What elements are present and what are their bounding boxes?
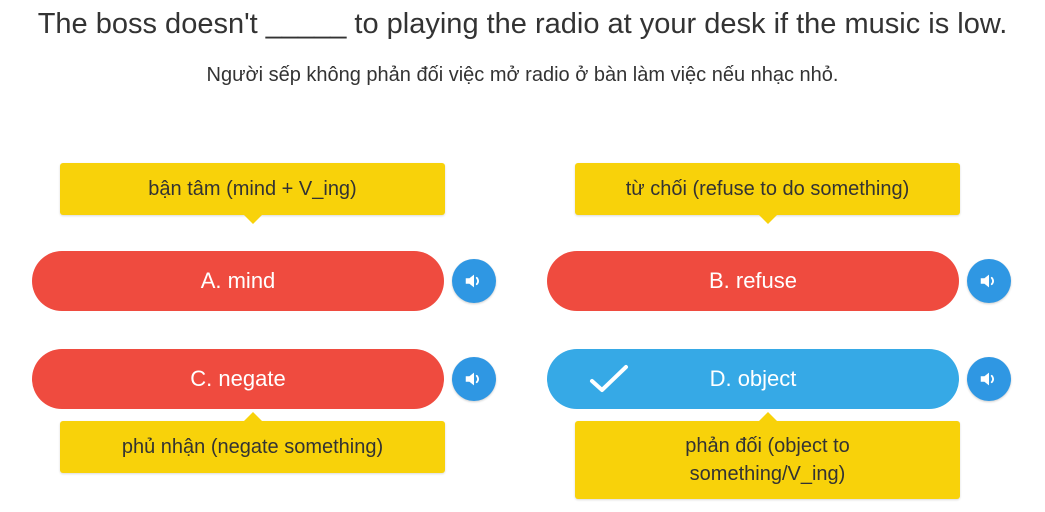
- speaker-icon: [465, 274, 480, 288]
- option-a-button[interactable]: A. mind: [32, 251, 444, 311]
- hint-option-c: phủ nhận (negate something): [60, 412, 445, 473]
- audio-button-b[interactable]: [967, 259, 1011, 303]
- hint-option-d-line2: something/V_ing): [689, 463, 846, 485]
- speaker-icon: [465, 372, 480, 386]
- hint-option-d-line1: phản đối (object to: [685, 435, 850, 457]
- option-c-button[interactable]: C. negate: [32, 349, 444, 409]
- hint-option-a-text: bận tâm (mind + V_ing): [148, 178, 357, 200]
- option-d-label: D. object: [709, 366, 797, 391]
- hint-option-b: từ chối (refuse to do something): [575, 163, 960, 224]
- hint-option-d-text: phản đối (object to something/V_ing): [671, 432, 864, 488]
- option-d-button[interactable]: D. object: [547, 349, 959, 409]
- audio-button-a[interactable]: [452, 259, 496, 303]
- question-text: The boss doesn't _____ to playing the ra…: [37, 8, 1008, 40]
- speaker-icon: [980, 372, 995, 386]
- audio-button-d[interactable]: [967, 357, 1011, 401]
- hint-option-d: phản đối (object to something/V_ing): [575, 412, 960, 499]
- checkmark-icon: [590, 365, 628, 392]
- speaker-icon: [980, 274, 995, 288]
- audio-button-c[interactable]: [452, 357, 496, 401]
- option-b-label: B. refuse: [708, 268, 798, 293]
- hint-option-c-text: phủ nhận (negate something): [121, 436, 384, 458]
- option-b-button[interactable]: B. refuse: [547, 251, 959, 311]
- option-a-label: A. mind: [200, 268, 276, 293]
- question-translation: Người sếp không phản đối việc mở radio ở…: [206, 64, 839, 86]
- hint-option-a: bận tâm (mind + V_ing): [60, 163, 445, 224]
- option-c-label: C. negate: [190, 366, 286, 391]
- hint-option-b-text: từ chối (refuse to do something): [625, 178, 910, 200]
